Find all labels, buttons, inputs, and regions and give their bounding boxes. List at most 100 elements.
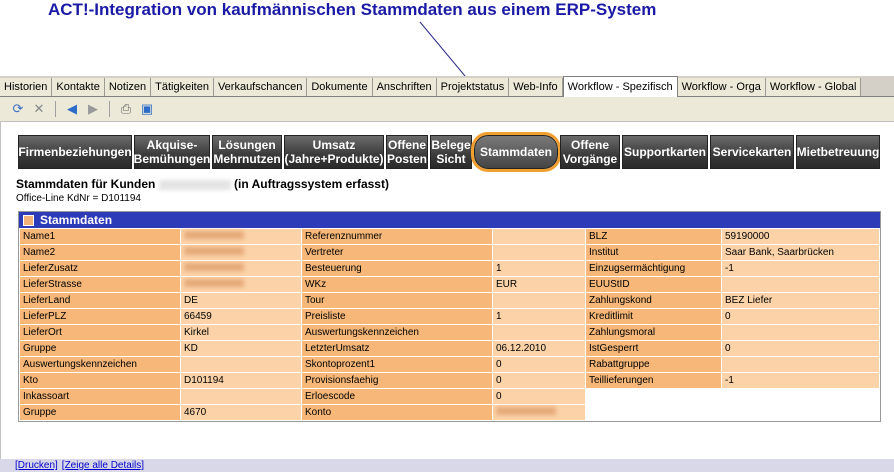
field-label: Auswertungskennzeichen	[20, 357, 180, 372]
window-icon[interactable]: ▣	[139, 101, 155, 117]
field-label: Erloescode	[302, 389, 492, 404]
tab-kontakte[interactable]: Kontakte	[52, 78, 105, 96]
redacted-value	[184, 263, 244, 271]
show-details-link[interactable]: [Zeige alle Details]	[62, 460, 144, 471]
forward-icon[interactable]: ▶	[85, 101, 101, 117]
collapse-icon[interactable]	[23, 214, 34, 226]
nav-button-stammdaten[interactable]: Stammdaten	[471, 132, 561, 172]
table-row: Name2 Vertreter Institut Saar Bank, Saarbrü…	[20, 245, 879, 260]
field-label: Besteuerung	[302, 261, 492, 276]
table-row: LieferOrt Kirkel Auswertungskennzeichen Zah…	[20, 325, 879, 340]
field-label: Gruppe	[20, 341, 180, 356]
print-icon[interactable]: ⎙	[118, 101, 134, 117]
field-value	[181, 261, 301, 276]
field-label: Konto	[302, 405, 492, 420]
field-value: DE	[181, 293, 301, 308]
field-label: EUUStID	[586, 277, 721, 292]
tab-notizen[interactable]: Notizen	[104, 78, 152, 96]
panel-title: Stammdaten	[40, 213, 113, 227]
field-label: Rabattgruppe	[586, 357, 721, 372]
field-label: Provisionsfaehig	[302, 373, 492, 388]
nav-button-belege-sicht[interactable]: Belege Sicht	[430, 135, 472, 169]
tab-bar: Historien Kontakte Notizen Tätigkeiten Verka…	[0, 76, 894, 97]
tab-workflow-orga[interactable]: Workflow - Orga	[677, 78, 766, 96]
field-label: Preisliste	[302, 309, 492, 324]
field-value	[493, 325, 585, 340]
field-value	[181, 357, 301, 372]
field-label: Referenznummer	[302, 229, 492, 244]
page-title: Stammdaten für Kunden (in Auftragssystem…	[16, 177, 389, 191]
field-value	[181, 389, 301, 404]
title-prefix: Stammdaten für Kunden	[16, 177, 156, 191]
field-value: 0	[493, 389, 585, 404]
page-subtitle: Office-Line KdNr = D101194	[16, 193, 141, 204]
nav-button-offene-posten[interactable]: Offene Posten	[386, 135, 428, 169]
redacted-value	[184, 279, 244, 287]
table-row: Auswertungskennzeichen Skontoprozent1 0 Rab…	[20, 357, 879, 372]
tab-workflow-spezifisch[interactable]: Workflow - Spezifisch	[562, 76, 678, 97]
field-value: D101194	[181, 373, 301, 388]
field-label: Teillieferungen	[586, 373, 721, 388]
field-label: Einzugsermächtigung	[586, 261, 721, 276]
tab-historien[interactable]: Historien	[0, 78, 53, 96]
nav-button-umsatz-jahre-produkte[interactable]: Umsatz (Jahre+Produkte)	[284, 135, 384, 169]
field-value: KD	[181, 341, 301, 356]
field-label: LieferStrasse	[20, 277, 180, 292]
field-label: Institut	[586, 245, 721, 260]
redacted-value	[496, 407, 556, 415]
table-row: LieferPLZ 66459 Preisliste 1 Kreditlimit 0	[20, 309, 879, 324]
table-row: LieferStrasse WKz EUR EUUStID	[20, 277, 879, 292]
print-link[interactable]: [Drucken]	[15, 460, 58, 471]
field-value: BEZ Liefer	[722, 293, 879, 308]
field-label: Zahlungsmoral	[586, 325, 721, 340]
stammdaten-panel: Stammdaten Name1 Referenznummer BLZ 5919000…	[18, 211, 881, 422]
delete-icon[interactable]: ✕	[31, 101, 47, 117]
field-label: LieferLand	[20, 293, 180, 308]
field-value	[181, 229, 301, 244]
tab-web-info[interactable]: Web-Info	[509, 78, 563, 96]
table-row: Kto D101194 Provisionsfaehig 0 Teillieferung…	[20, 373, 879, 388]
field-value: Kirkel	[181, 325, 301, 340]
nav-button-firmenbeziehungen[interactable]: Firmenbeziehungen	[18, 135, 132, 169]
title-suffix: (in Auftragssystem erfasst)	[234, 177, 389, 191]
tab-projektstatus[interactable]: Projektstatus	[436, 78, 510, 96]
nav-button-servicekarten[interactable]: Servicekarten	[710, 135, 794, 169]
refresh-icon[interactable]: ⟳	[10, 101, 26, 117]
nav-button-mietbetreuung[interactable]: Mietbetreuung	[796, 135, 880, 169]
empty-cell	[586, 389, 721, 404]
field-value	[493, 229, 585, 244]
panel-header: Stammdaten	[19, 212, 880, 228]
tab-verkaufschancen[interactable]: Verkaufschancen	[213, 78, 308, 96]
field-value: Saar Bank, Saarbrücken	[722, 245, 879, 260]
field-label: Zahlungskond	[586, 293, 721, 308]
field-value: 0	[722, 341, 879, 356]
field-value: 1	[493, 261, 585, 276]
field-value	[722, 357, 879, 372]
field-label: LetzterUmsatz	[302, 341, 492, 356]
field-value	[181, 245, 301, 260]
toolbar-separator	[55, 101, 56, 117]
field-value: -1	[722, 373, 879, 388]
nav-button-supportkarten[interactable]: Supportkarten	[622, 135, 708, 169]
tab-tätigkeiten[interactable]: Tätigkeiten	[151, 78, 214, 96]
tab-workflow-global[interactable]: Workflow - Global	[765, 78, 862, 96]
field-label: IstGesperrt	[586, 341, 721, 356]
field-label: Skontoprozent1	[302, 357, 492, 372]
back-icon[interactable]: ◀	[64, 101, 80, 117]
field-label: Vertreter	[302, 245, 492, 260]
tab-anschriften[interactable]: Anschriften	[372, 78, 437, 96]
table-row: Name1 Referenznummer BLZ 59190000	[20, 229, 879, 244]
field-label: WKz	[302, 277, 492, 292]
redacted-value	[184, 247, 244, 255]
field-label: Kto	[20, 373, 180, 388]
empty-cell	[722, 389, 879, 404]
nav-button-offene-vorgänge[interactable]: Offene Vorgänge	[560, 135, 620, 169]
field-value	[722, 277, 879, 292]
field-label: LieferOrt	[20, 325, 180, 340]
field-label: LieferZusatz	[20, 261, 180, 276]
nav-button-row: Firmenbeziehungen Akquise- Bemühungen Lösu…	[18, 132, 880, 172]
content-area: Firmenbeziehungen Akquise- Bemühungen Lösu…	[0, 122, 894, 472]
tab-dokumente[interactable]: Dokumente	[307, 78, 373, 96]
nav-button-lösungen-mehrnutzen[interactable]: Lösungen Mehrnutzen	[212, 135, 282, 169]
nav-button-akquise-bemühungen[interactable]: Akquise- Bemühungen	[134, 135, 210, 169]
